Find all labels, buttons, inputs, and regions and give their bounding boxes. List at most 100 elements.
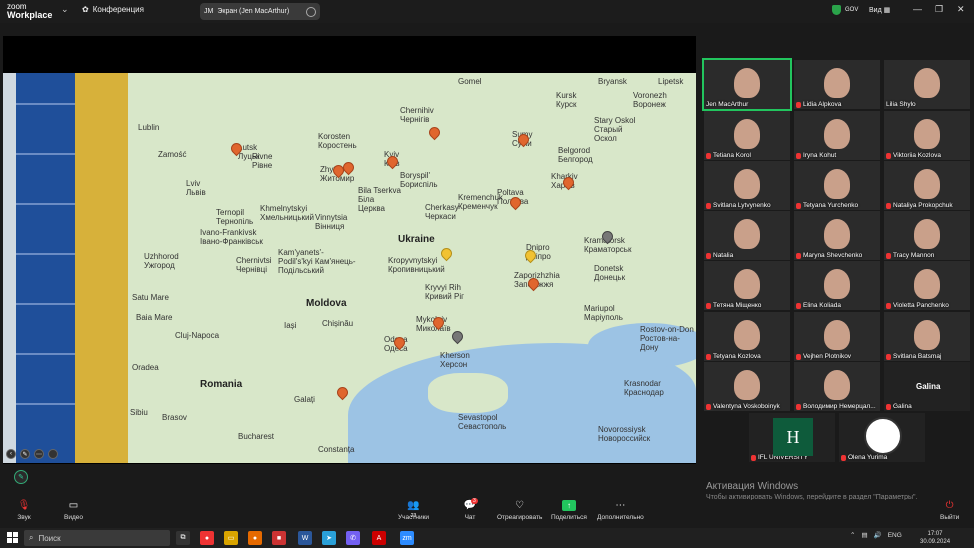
annotate-icon[interactable]: ✎ [14,470,28,484]
muted-mic-icon [841,454,846,461]
title-bar: zoom Workplace ⌄ ✿ Конференция JM Экран … [0,0,974,23]
muted-mic-icon [796,152,801,159]
map-label: Khmelnytskyi Хмельницький [260,204,314,222]
file-explorer-icon[interactable]: ▭ [224,531,238,545]
avatar[interactable] [48,449,58,459]
participant-tile[interactable]: Iryna Kohut [794,111,880,160]
restore-icon[interactable]: ❐ [935,4,943,15]
camera-icon: ▭ [68,500,79,511]
meeting-controls: 🎙 Звук ▭ Видео 👥23 Участники 💬 3 Чат ♡ О… [0,498,974,528]
participant-tile[interactable]: Valentyna Voskoboinyk [704,362,790,411]
participant-tile[interactable]: Violetta Panchenko [884,261,970,310]
map-pin[interactable] [426,124,443,141]
language-indicator[interactable]: ENG [888,532,902,539]
participant-video [824,169,850,199]
participant-tile[interactable]: Nataliya Prokopchuk [884,161,970,210]
more-icon[interactable]: ⋯ [34,449,44,459]
participant-tile[interactable]: Tetiana Korol [704,111,790,160]
participant-video [824,370,850,400]
chevron-up-icon[interactable]: ⌃ [850,531,855,539]
audio-label: Звук [17,514,31,521]
minimize-icon[interactable]: — [913,4,922,14]
map-label: Kryvyi Rih Кривий Ріг [425,283,465,301]
map-label: Romania [200,379,243,390]
viber-icon[interactable]: ✆ [346,531,360,545]
muted-mic-icon [706,302,711,309]
map-label: Rivne Рівне [252,152,273,170]
muted-mic-icon [796,101,801,108]
participant-name: Svitlana Lytvynenko [713,202,771,209]
map-label: Rostov-on-Don Ростов-на-Дону [640,325,694,352]
participant-tile[interactable]: Jen MacArthur [702,58,792,111]
participant-tile[interactable]: Natalia [704,211,790,260]
map-label: Ternopil Тернопіль [216,208,254,226]
map-label: Ivano-Frankivsk Івано-Франківськ [200,228,263,246]
participant-tile[interactable]: Тетяна Міщенко [704,261,790,310]
map-label: Constanța [318,445,355,454]
word-icon[interactable]: W [298,531,312,545]
muted-mic-icon [886,252,891,259]
leave-button[interactable]: ⏻ Выйти [940,500,959,521]
chat-label: Чат [464,514,476,521]
pen-icon[interactable]: ✎ [20,449,30,459]
map-label: Korosten Коростень [318,132,357,150]
participant-tile[interactable]: Володимир Немерцал... [794,362,880,411]
participant-video [734,169,760,199]
map-pin[interactable] [449,328,466,345]
participant-tile[interactable]: Tracy Mannon [884,211,970,260]
more-button[interactable]: ⋯ Дополнительно [597,500,644,521]
participant-name: Olena Yurima [848,454,888,461]
participant-tile[interactable]: Viktoriia Kozlova [884,111,970,160]
view-label: Вид [869,7,882,14]
audio-button[interactable]: 🎙 Звук [17,500,31,521]
participants-button[interactable]: 👥23 Участники [398,500,429,521]
participant-tile[interactable]: Lidia Alpkova [794,60,880,109]
chat-button[interactable]: 💬 3 Чат [463,498,478,521]
network-icon[interactable]: ▤ [861,531,867,539]
react-button[interactable]: ♡ Отреагировать [497,500,542,521]
participant-tile[interactable]: Maryna Shevchenko [794,211,880,260]
taskbar-search[interactable]: ⌕ Поиск [24,530,170,546]
security-indicator[interactable]: GOV [832,5,858,15]
back-icon[interactable]: ‹ [6,449,16,459]
participant-tile[interactable]: Tetyana Yurchenko [794,161,880,210]
clock-date: 30.09.2024 [920,539,951,545]
participants-icon: 👥23 [407,500,420,519]
share-options-icon[interactable] [306,6,316,17]
participant-tile[interactable]: Vejhen Plotnikov [794,312,880,361]
participant-tile[interactable]: Elina Koliada [794,261,880,310]
chevron-down-icon[interactable]: ⌄ [61,4,69,15]
map-label: Zamość [158,150,187,159]
share-screen-icon: ↑ [561,500,576,511]
windows-start-icon[interactable] [7,532,18,543]
zoom-taskbar-icon[interactable]: zm [400,531,414,545]
firefox-icon[interactable]: ● [248,531,262,545]
telegram-icon[interactable]: ➤ [322,531,336,545]
map-label: Cluj-Napoca [175,331,220,340]
participant-tile[interactable]: Tetyana Kozlova [704,312,790,361]
muted-mic-icon [886,202,891,209]
participant-tile[interactable]: Lilia Shylo [884,60,970,109]
participant-name: Galina [893,403,912,410]
volume-icon[interactable]: 🔊 [874,531,882,539]
map-pin[interactable] [334,384,351,401]
participant-video [824,119,850,149]
share-button[interactable]: ↑ Поделиться [551,500,587,521]
screen-share-pill[interactable]: JM Экран (Jen MacArthur) [200,3,320,20]
task-view-icon[interactable]: ⧉ [176,531,190,545]
video-button[interactable]: ▭ Видео [64,500,83,521]
participant-tile[interactable]: Svitlana Batsmaj [884,312,970,361]
crimea [428,373,508,413]
view-button[interactable]: Вид ▦ [869,6,890,14]
muted-mic-icon [706,252,711,259]
close-icon[interactable]: ✕ [957,4,965,15]
taskbar-clock[interactable]: 17:07 30.09.2024 [920,530,950,546]
meeting-info-button[interactable]: ✿ Конференция [82,5,144,14]
participant-tile[interactable]: Svitlana Lytvynenko [704,161,790,210]
chrome-icon[interactable]: ● [200,531,214,545]
participant-video [824,269,850,299]
acrobat-icon[interactable]: A [372,531,386,545]
meeting-label: Конференция [92,5,144,14]
participant-name: Vejhen Plotnikov [803,353,852,360]
app-icon[interactable]: ■ [272,531,286,545]
